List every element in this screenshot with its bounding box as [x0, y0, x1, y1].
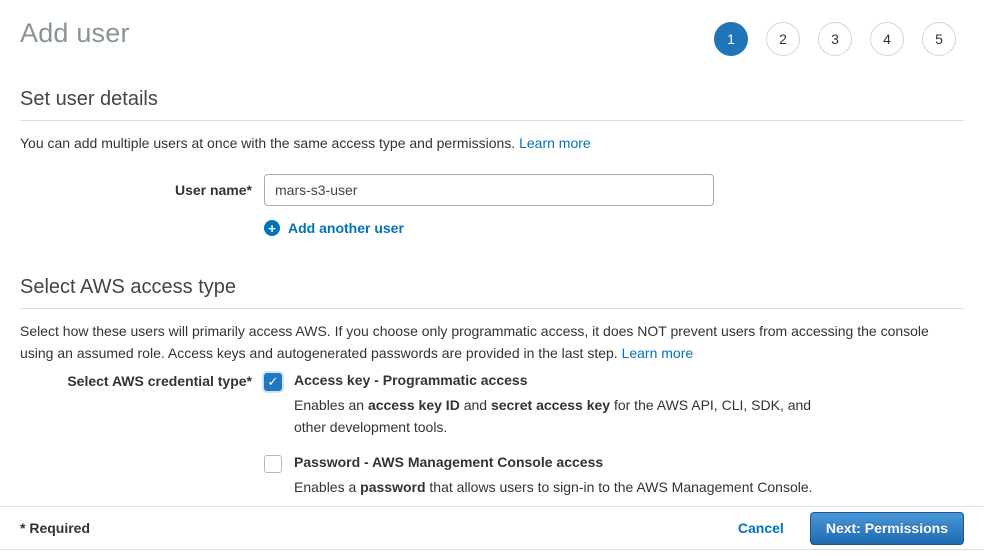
username-row: User name* — [20, 174, 964, 206]
user-details-intro-text: You can add multiple users at once with … — [20, 135, 519, 151]
access-key-option: ✓ Access key - Programmatic access Enabl… — [264, 372, 822, 438]
desc-text: Enables a — [294, 479, 360, 495]
user-details-intro: You can add multiple users at once with … — [20, 132, 964, 154]
step-1: 1 — [714, 22, 748, 56]
required-note: * Required — [20, 520, 90, 536]
access-key-option-desc: Enables an access key ID and secret acce… — [294, 394, 822, 438]
wizard-footer: * Required Cancel Next: Permissions — [0, 506, 984, 550]
set-user-details-heading: Set user details — [20, 88, 964, 121]
page-title: Add user — [20, 18, 130, 49]
page-header: Add user 1 2 3 4 5 — [0, 0, 984, 56]
password-checkbox[interactable] — [264, 455, 282, 473]
access-type-learn-more-link[interactable]: Learn more — [622, 345, 694, 361]
step-3: 3 — [818, 22, 852, 56]
password-option-title: Password - AWS Management Console access — [294, 454, 813, 471]
username-label: User name* — [20, 174, 252, 198]
access-type-intro-text: Select how these users will primarily ac… — [20, 323, 929, 361]
step-2: 2 — [766, 22, 800, 56]
password-option-desc: Enables a password that allows users to … — [294, 476, 813, 498]
plus-icon: + — [264, 220, 280, 236]
user-details-learn-more-link[interactable]: Learn more — [519, 135, 591, 151]
select-access-type-heading: Select AWS access type — [20, 276, 964, 309]
desc-text: that allows users to sign-in to the AWS … — [426, 479, 813, 495]
access-key-checkbox[interactable]: ✓ — [264, 373, 282, 391]
next-permissions-button[interactable]: Next: Permissions — [810, 512, 964, 545]
desc-text: Enables an — [294, 397, 368, 413]
desc-text-bold: password — [360, 479, 425, 495]
wizard-step-indicator: 1 2 3 4 5 — [714, 18, 964, 56]
step-4: 4 — [870, 22, 904, 56]
desc-text-bold: secret access key — [491, 397, 610, 413]
desc-text-bold: access key ID — [368, 397, 460, 413]
check-icon: ✓ — [268, 374, 279, 390]
add-another-user-label: Add another user — [288, 220, 404, 236]
add-user-wizard-page: Add user 1 2 3 4 5 Set user details You … — [0, 0, 984, 556]
cancel-button[interactable]: Cancel — [738, 520, 784, 536]
username-input[interactable] — [264, 174, 714, 206]
desc-text: and — [460, 397, 491, 413]
access-key-option-title: Access key - Programmatic access — [294, 372, 822, 389]
step-5: 5 — [922, 22, 956, 56]
access-type-intro: Select how these users will primarily ac… — [20, 320, 964, 364]
credential-type-label: Select AWS credential type* — [20, 372, 252, 389]
credential-type-row: Select AWS credential type* ✓ Access key… — [20, 372, 964, 498]
password-option: Password - AWS Management Console access… — [264, 454, 822, 498]
add-another-user-link[interactable]: + Add another user — [264, 220, 404, 236]
